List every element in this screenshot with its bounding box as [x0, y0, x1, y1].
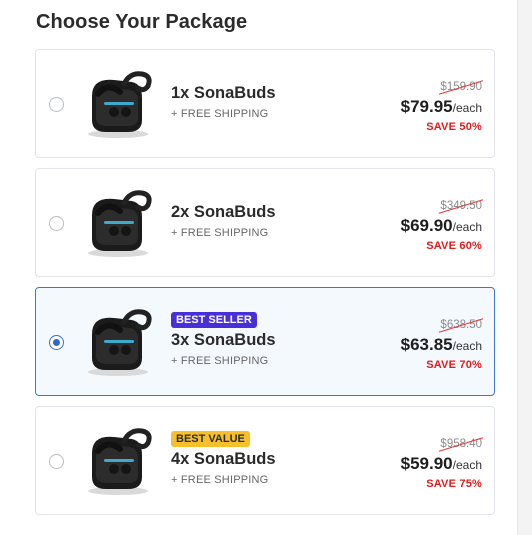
save-label: SAVE 50% [426, 121, 482, 133]
earbuds-case-image [88, 428, 152, 495]
package-info: 1x SonaBuds + FREE SHIPPING [171, 50, 276, 157]
shipping-label: + FREE SHIPPING [171, 227, 269, 239]
shipping-label: + FREE SHIPPING [171, 474, 269, 486]
package-name: 2x SonaBuds [171, 203, 276, 221]
best-value-badge: BEST VALUE [171, 431, 250, 447]
save-label: SAVE 75% [426, 478, 482, 490]
original-price: $349.50 [439, 199, 484, 215]
price-block: $349.50 $69.90/each SAVE 60% [400, 196, 484, 252]
price-block: $958.40 $59.90/each SAVE 75% [400, 434, 484, 490]
package-info: BEST VALUE 4x SonaBuds + FREE SHIPPING [171, 407, 276, 514]
earbuds-case-image [88, 71, 152, 138]
current-price: $69.90/each [400, 216, 482, 235]
earbuds-case-image [88, 309, 152, 376]
package-info: 2x SonaBuds + FREE SHIPPING [171, 169, 276, 276]
radio-dot [52, 338, 60, 346]
save-label: SAVE 70% [426, 359, 482, 371]
package-radio[interactable] [49, 216, 64, 231]
original-price: $159.90 [439, 80, 484, 96]
package-option-2[interactable]: 2x SonaBuds + FREE SHIPPING $349.50 $69.… [35, 168, 495, 277]
current-price: $63.85/each [400, 335, 482, 354]
package-radio[interactable] [49, 454, 64, 469]
package-name: 3x SonaBuds [171, 331, 276, 349]
earbuds-case-image [88, 190, 152, 257]
package-radio[interactable] [49, 97, 64, 112]
scrollbar-track[interactable] [517, 0, 532, 535]
package-option-4[interactable]: BEST VALUE 4x SonaBuds + FREE SHIPPING $… [35, 406, 495, 515]
original-price: $958.40 [439, 437, 484, 453]
current-price: $79.95/each [400, 97, 482, 116]
shipping-label: + FREE SHIPPING [171, 108, 269, 120]
save-label: SAVE 60% [426, 240, 482, 252]
package-name: 1x SonaBuds [171, 84, 276, 102]
best-seller-badge: BEST SELLER [171, 312, 257, 328]
page-title: Choose Your Package [36, 11, 248, 33]
package-option-3[interactable]: BEST SELLER 3x SonaBuds + FREE SHIPPING … [35, 287, 495, 396]
price-block: $638.50 $63.85/each SAVE 70% [400, 315, 484, 371]
package-radio[interactable] [49, 335, 64, 350]
shipping-label: + FREE SHIPPING [171, 355, 269, 367]
package-info: BEST SELLER 3x SonaBuds + FREE SHIPPING [171, 288, 276, 395]
original-price: $638.50 [439, 318, 484, 334]
current-price: $59.90/each [400, 454, 482, 473]
price-block: $159.90 $79.95/each SAVE 50% [400, 77, 484, 133]
package-option-1[interactable]: 1x SonaBuds + FREE SHIPPING $159.90 $79.… [35, 49, 495, 158]
package-name: 4x SonaBuds [171, 450, 276, 468]
